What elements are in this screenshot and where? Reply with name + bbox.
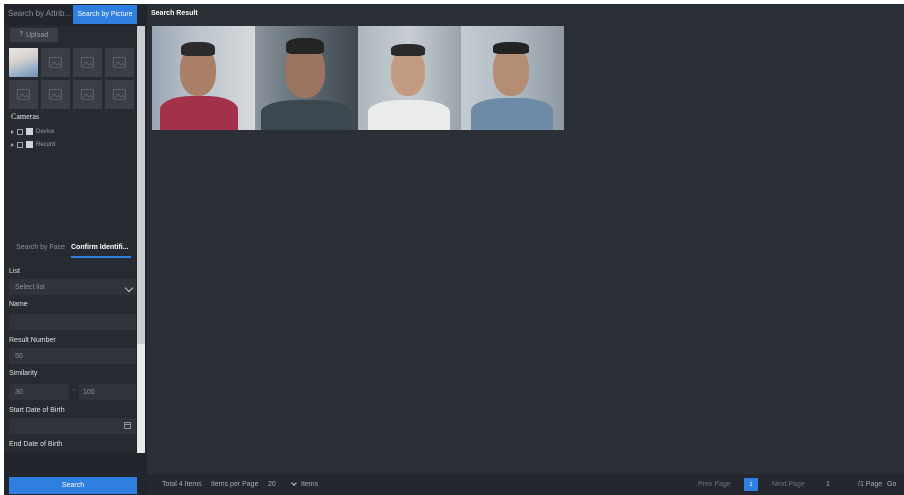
chevron-down-icon: [124, 283, 134, 293]
image-placeholder-icon: [49, 57, 62, 68]
result-list: [152, 26, 564, 130]
start-dob-label: Start Date of Birth: [9, 407, 65, 414]
left-scrollbar[interactable]: [137, 26, 145, 453]
sub-tabs: Search by Face Confirm Identifi...: [16, 244, 134, 258]
list-select-value: Select list: [15, 283, 45, 291]
checkbox[interactable]: [17, 141, 23, 148]
result-face-card[interactable]: [358, 26, 461, 130]
image-placeholder-icon: [113, 89, 126, 100]
similarity-label: Similarity: [9, 370, 38, 377]
tree-item-device[interactable]: Device: [11, 128, 54, 135]
empty-image-slot[interactable]: [41, 80, 70, 109]
scrollbar-thumb[interactable]: [137, 26, 145, 344]
empty-image-slot[interactable]: [73, 80, 102, 109]
search-button[interactable]: Search: [9, 477, 137, 494]
app-window: Search by Attrib... Search by Picture ⤒ …: [4, 4, 904, 495]
empty-image-slot[interactable]: [105, 48, 134, 77]
pagination-bar: Total 4 Items Items per Page 20 Items Pr…: [147, 474, 904, 495]
list-label: List: [9, 268, 20, 275]
empty-image-slot[interactable]: [41, 48, 70, 77]
tab-search-by-attribute[interactable]: Search by Attrib...: [8, 9, 71, 18]
items-per-page-label: Items per Page: [211, 481, 259, 488]
tab-search-by-face[interactable]: Search by Face: [16, 244, 65, 251]
list-select[interactable]: Select list: [9, 279, 136, 295]
empty-image-slot[interactable]: [105, 80, 134, 109]
upload-icon: ⤒: [19, 31, 23, 38]
scrollbar-track: [137, 344, 145, 453]
image-placeholder-icon: [17, 89, 30, 100]
go-button[interactable]: Go: [887, 481, 896, 488]
expand-arrow-icon[interactable]: [11, 142, 14, 147]
search-mode-tabs: Search by Attrib... Search by Picture: [4, 4, 147, 26]
items-label: Items: [301, 481, 319, 488]
upload-label: Upload: [25, 31, 49, 39]
expand-arrow-icon[interactable]: [11, 129, 14, 134]
left-panel: Search by Attrib... Search by Picture ⤒ …: [4, 4, 147, 495]
result-face-card[interactable]: [461, 26, 564, 130]
checkbox[interactable]: [17, 128, 23, 135]
image-placeholder-icon: [49, 89, 62, 100]
tab-search-by-picture[interactable]: Search by Picture: [73, 5, 137, 24]
uploaded-image-slot[interactable]: [9, 48, 38, 77]
result-face-card[interactable]: [255, 26, 358, 130]
chevron-down-icon[interactable]: [291, 480, 297, 486]
result-number-label: Result Number: [9, 337, 56, 344]
tree-item-label: Record: [36, 141, 56, 148]
total-items: Total 4 Items: [162, 481, 202, 488]
page-total: /1 Page: [858, 481, 883, 488]
name-label: Name: [9, 301, 28, 308]
similarity-min-input[interactable]: 30: [9, 384, 69, 400]
calendar-icon[interactable]: [124, 422, 131, 429]
name-input[interactable]: [9, 314, 136, 330]
empty-image-slot[interactable]: [73, 48, 102, 77]
image-placeholder-icon: [81, 57, 94, 68]
prev-page-button[interactable]: Prev Page: [698, 481, 731, 488]
cameras-heading: Cameras: [11, 112, 39, 121]
tree-item-record[interactable]: Record: [11, 141, 55, 148]
similarity-max-input[interactable]: 100: [79, 384, 136, 400]
device-icon: [26, 128, 33, 135]
page-title: Search Result: [151, 10, 198, 17]
image-placeholder-icon: [113, 57, 126, 68]
page-number-current[interactable]: 1: [744, 478, 758, 491]
similarity-separator: -: [73, 387, 76, 394]
tree-item-label: Device: [36, 128, 55, 135]
start-dob-input[interactable]: [9, 418, 136, 434]
result-number-input[interactable]: 50: [9, 348, 136, 364]
result-face-card[interactable]: [152, 26, 255, 130]
end-dob-label: End Date of Birth: [9, 441, 63, 448]
goto-page-input[interactable]: 1: [826, 481, 830, 488]
image-placeholder-icon: [81, 89, 94, 100]
next-page-button[interactable]: Next Page: [772, 481, 805, 488]
device-icon: [26, 141, 33, 148]
empty-image-slot[interactable]: [9, 80, 38, 109]
active-tab-indicator: [71, 256, 131, 258]
upload-button[interactable]: ⤒ Upload: [10, 28, 58, 42]
items-per-page-value[interactable]: 20: [268, 481, 276, 488]
tab-confirm-identification[interactable]: Confirm Identifi...: [71, 244, 129, 251]
